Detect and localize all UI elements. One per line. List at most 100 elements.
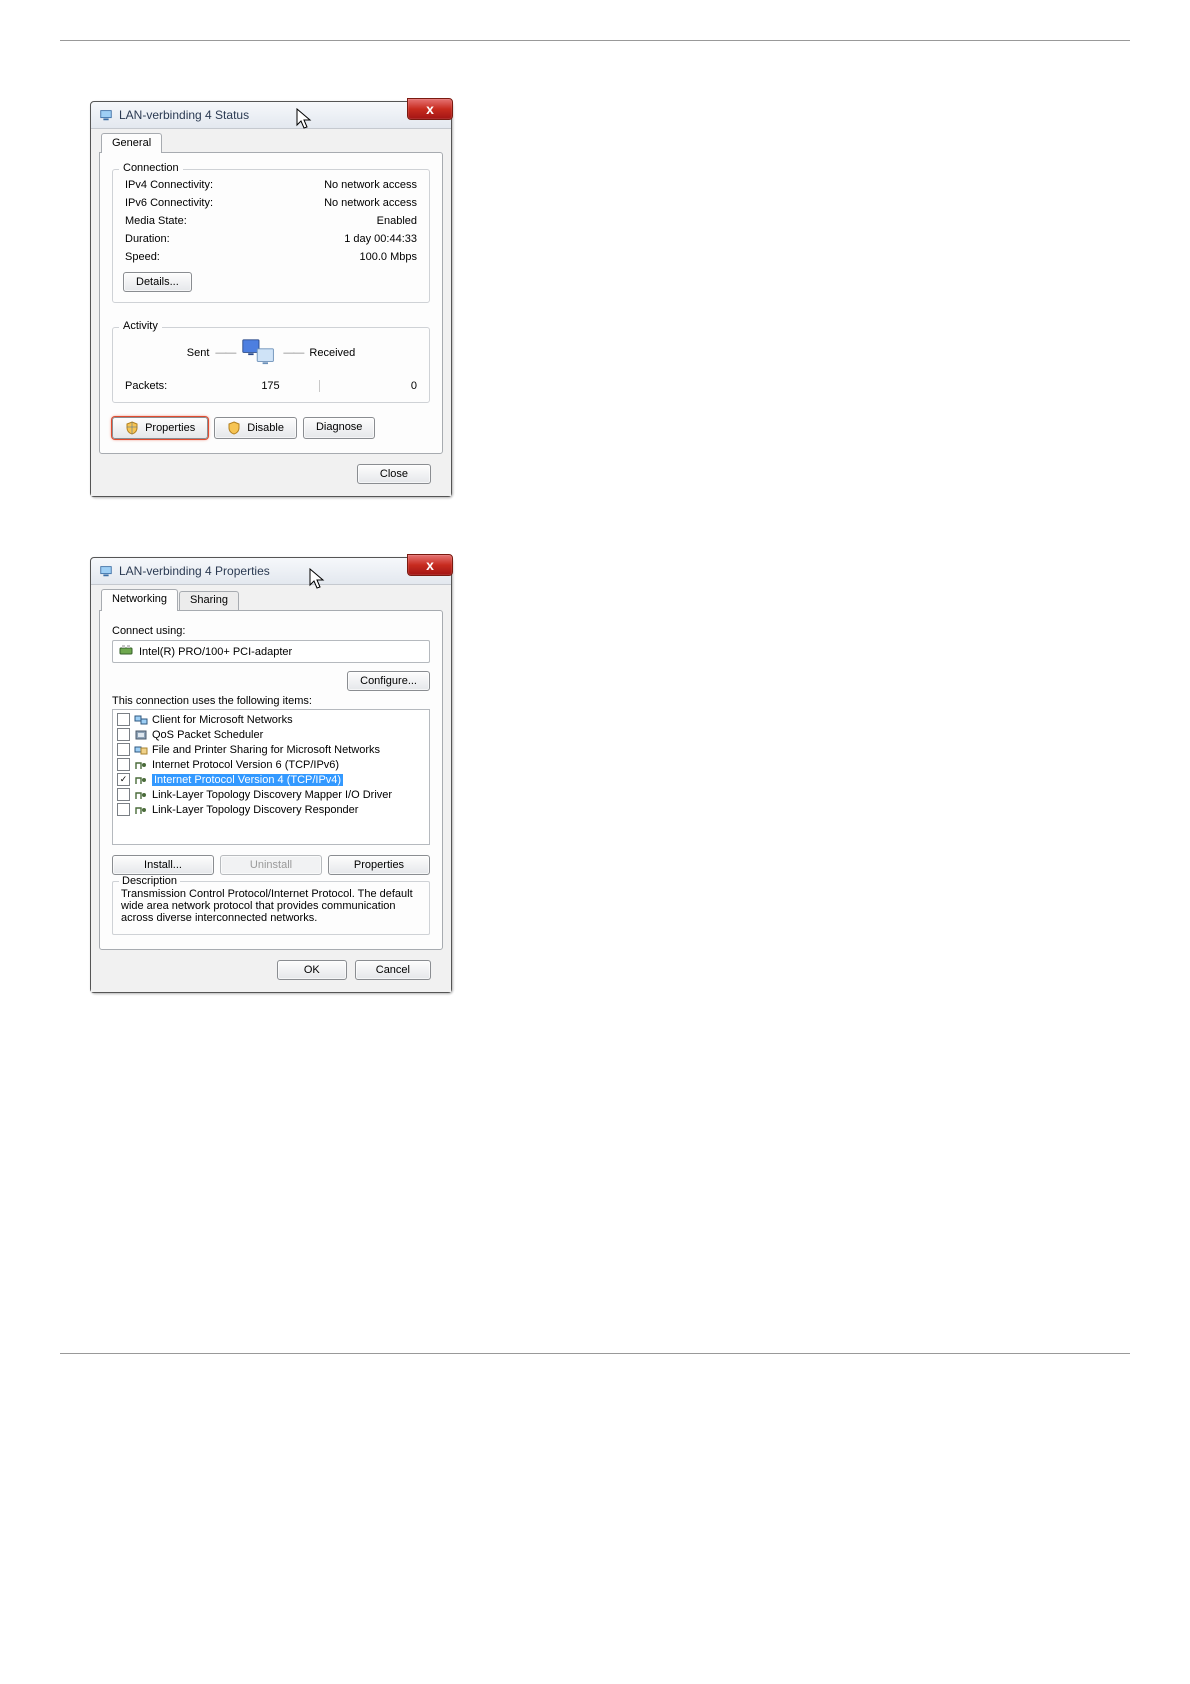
list-item[interactable]: ✓Internet Protocol Version 4 (TCP/IPv4) bbox=[117, 772, 425, 787]
configure-button-label: Configure... bbox=[360, 675, 417, 687]
ipv6-label: IPv6 Connectivity: bbox=[125, 197, 213, 209]
description-legend: Description bbox=[119, 875, 180, 887]
details-button[interactable]: Details... bbox=[123, 272, 192, 292]
adapter-icon bbox=[119, 644, 133, 659]
close-dialog-button-label: Close bbox=[380, 468, 408, 480]
ipv4-value: No network access bbox=[324, 179, 417, 191]
item-properties-button-label: Properties bbox=[354, 859, 404, 871]
close-button[interactable]: x bbox=[407, 98, 453, 120]
tab-general[interactable]: General bbox=[101, 133, 162, 153]
disable-button[interactable]: Disable bbox=[214, 417, 297, 439]
checkbox[interactable] bbox=[117, 803, 130, 816]
list-item[interactable]: File and Printer Sharing for Microsoft N… bbox=[117, 742, 425, 757]
item-icon bbox=[134, 729, 148, 741]
description-group: Description Transmission Control Protoco… bbox=[112, 881, 430, 935]
group-connection: Connection IPv4 Connectivity:No network … bbox=[112, 169, 430, 303]
list-item[interactable]: Client for Microsoft Networks bbox=[117, 712, 425, 727]
item-label: File and Printer Sharing for Microsoft N… bbox=[152, 744, 380, 756]
item-properties-button[interactable]: Properties bbox=[328, 855, 430, 875]
adapter-field[interactable]: Intel(R) PRO/100+ PCI-adapter bbox=[112, 640, 430, 663]
list-item[interactable]: Link-Layer Topology Discovery Mapper I/O… bbox=[117, 787, 425, 802]
packets-received-value: 0 bbox=[320, 380, 417, 392]
duration-label: Duration: bbox=[125, 233, 170, 245]
speed-label: Speed: bbox=[125, 251, 160, 263]
tab-sharing[interactable]: Sharing bbox=[179, 591, 239, 611]
speed-value: 100.0 Mbps bbox=[360, 251, 417, 263]
cancel-button-label: Cancel bbox=[376, 964, 410, 976]
item-icon bbox=[134, 789, 148, 801]
shield-icon bbox=[125, 421, 139, 435]
shield-icon bbox=[227, 421, 241, 435]
network-icon bbox=[99, 564, 113, 578]
install-button-label: Install... bbox=[144, 859, 182, 871]
close-button[interactable]: x bbox=[407, 554, 453, 576]
item-label: Internet Protocol Version 6 (TCP/IPv6) bbox=[152, 759, 339, 771]
item-label: Link-Layer Topology Discovery Responder bbox=[152, 804, 358, 816]
item-label: Link-Layer Topology Discovery Mapper I/O… bbox=[152, 789, 392, 801]
group-connection-legend: Connection bbox=[119, 162, 183, 174]
packets-sent-value: 175 bbox=[222, 380, 319, 392]
window-title: LAN-verbinding 4 Status bbox=[119, 108, 249, 122]
install-button[interactable]: Install... bbox=[112, 855, 214, 875]
status-dialog: LAN-verbinding 4 Status x General Connec… bbox=[90, 101, 452, 497]
two-monitors-icon bbox=[241, 338, 277, 368]
configure-button[interactable]: Configure... bbox=[347, 671, 430, 691]
tab-general-label: General bbox=[112, 137, 151, 149]
details-button-label: Details... bbox=[136, 276, 179, 288]
tab-panel-general: Connection IPv4 Connectivity: No network … bbox=[99, 152, 443, 454]
group-activity-legend: Activity bbox=[119, 320, 162, 332]
tab-sharing-label: Sharing bbox=[190, 594, 228, 606]
window-title: LAN-verbinding 4 Properties bbox=[119, 564, 270, 578]
diagnose-button-label: Diagnose bbox=[316, 421, 362, 433]
tab-networking-label: Networking bbox=[112, 593, 167, 605]
titlebar: LAN-verbinding 4 Properties x bbox=[91, 558, 451, 585]
tab-panel-networking: Connect using: Intel(R) PRO/100+ PCI-ada… bbox=[99, 610, 443, 950]
checkbox[interactable] bbox=[117, 713, 130, 726]
item-icon bbox=[134, 744, 148, 756]
list-item[interactable]: Link-Layer Topology Discovery Responder bbox=[117, 802, 425, 817]
checkbox[interactable] bbox=[117, 743, 130, 756]
dash-left-icon: —— bbox=[215, 347, 235, 359]
packets-label: Packets: bbox=[125, 380, 222, 392]
ok-button-label: OK bbox=[304, 964, 320, 976]
media-state-label: Media State: bbox=[125, 215, 187, 227]
ipv6-value: No network access bbox=[324, 197, 417, 209]
item-icon bbox=[134, 774, 148, 786]
item-icon bbox=[134, 714, 148, 726]
item-label: QoS Packet Scheduler bbox=[152, 729, 263, 741]
ok-button[interactable]: OK bbox=[277, 960, 347, 980]
checkbox[interactable]: ✓ bbox=[117, 773, 130, 786]
cancel-button[interactable]: Cancel bbox=[355, 960, 431, 980]
titlebar: LAN-verbinding 4 Status x bbox=[91, 102, 451, 129]
properties-dialog: LAN-verbinding 4 Properties x Networking… bbox=[90, 557, 452, 993]
items-list-label: This connection uses the following items… bbox=[112, 695, 430, 707]
connect-using-label: Connect using: bbox=[112, 625, 430, 637]
dash-right-icon: —— bbox=[283, 347, 303, 359]
properties-button-label: Properties bbox=[145, 422, 195, 434]
close-dialog-button[interactable]: Close bbox=[357, 464, 431, 484]
diagnose-button[interactable]: Diagnose bbox=[303, 417, 375, 439]
list-item[interactable]: QoS Packet Scheduler bbox=[117, 727, 425, 742]
tab-networking[interactable]: Networking bbox=[101, 589, 178, 611]
media-state-value: Enabled bbox=[377, 215, 417, 227]
connection-items-list[interactable]: Client for Microsoft Networks QoS Packet … bbox=[112, 709, 430, 845]
close-icon: x bbox=[426, 557, 434, 573]
ipv4-label: IPv4 Connectivity: bbox=[125, 179, 213, 191]
list-item[interactable]: Internet Protocol Version 6 (TCP/IPv6) bbox=[117, 757, 425, 772]
item-icon bbox=[134, 804, 148, 816]
item-label: Client for Microsoft Networks bbox=[152, 714, 293, 726]
network-icon bbox=[99, 108, 113, 122]
checkbox[interactable] bbox=[117, 728, 130, 741]
uninstall-button-label: Uninstall bbox=[250, 859, 292, 871]
group-activity: Activity Sent —— —— Received Packets: 17… bbox=[112, 327, 430, 403]
dialog-body: Networking Sharing Connect using: Intel(… bbox=[91, 585, 451, 992]
sent-label: Sent bbox=[187, 347, 210, 359]
checkbox[interactable] bbox=[117, 788, 130, 801]
uninstall-button: Uninstall bbox=[220, 855, 322, 875]
close-icon: x bbox=[426, 101, 434, 117]
description-text: Transmission Control Protocol/Internet P… bbox=[121, 888, 413, 924]
properties-button[interactable]: Properties bbox=[112, 417, 208, 439]
item-icon bbox=[134, 759, 148, 771]
checkbox[interactable] bbox=[117, 758, 130, 771]
adapter-name: Intel(R) PRO/100+ PCI-adapter bbox=[139, 646, 292, 658]
